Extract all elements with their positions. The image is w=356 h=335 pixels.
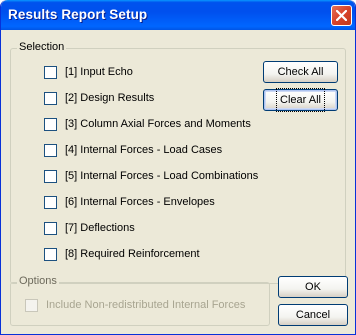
checkbox-box[interactable]: [44, 66, 57, 79]
cancel-button[interactable]: Cancel: [278, 304, 348, 326]
close-icon: [336, 10, 347, 21]
ok-button-label: OK: [305, 281, 321, 293]
checkbox-label: [6] Internal Forces - Envelopes: [65, 196, 215, 208]
clear-all-button[interactable]: Clear All: [263, 88, 338, 112]
checkbox-box[interactable]: [44, 248, 57, 261]
checkbox-box[interactable]: [44, 196, 57, 209]
checkbox-label: Include Non-redistributed Internal Force…: [46, 299, 246, 311]
checkbox-label: [4] Internal Forces - Load Cases: [65, 144, 223, 156]
checkbox-label: [5] Internal Forces - Load Combinations: [65, 170, 259, 182]
checkbox-box[interactable]: [44, 222, 57, 235]
ok-button[interactable]: OK: [278, 276, 348, 298]
results-report-setup-dialog: Results Report Setup Selection [1] Input…: [0, 0, 356, 335]
check-all-button-label: Check All: [277, 66, 324, 78]
checkbox-label: [2] Design Results: [65, 92, 155, 104]
close-button[interactable]: [331, 5, 352, 26]
selection-group-label: Selection: [17, 41, 67, 53]
check-all-button[interactable]: Check All: [263, 61, 338, 83]
cancel-button-label: Cancel: [295, 309, 331, 321]
checkbox-box[interactable]: [44, 92, 57, 105]
clear-all-button-label: Clear All: [276, 88, 325, 112]
dialog-body: Selection [1] Input Echo [2] Design Resu…: [4, 30, 352, 332]
checkbox-label: [1] Input Echo: [65, 66, 133, 78]
checkbox-box[interactable]: [25, 299, 38, 312]
checkbox-box[interactable]: [44, 170, 57, 183]
checkbox-box[interactable]: [44, 118, 57, 131]
selection-group: Selection [1] Input Echo [2] Design Resu…: [10, 41, 346, 284]
checkbox-label: [3] Column Axial Forces and Moments: [65, 118, 251, 130]
title-bar[interactable]: Results Report Setup: [1, 0, 355, 30]
options-group: Options Include Non-redistributed Intern…: [10, 275, 270, 326]
checkbox-label: [8] Required Reinforcement: [65, 248, 200, 260]
window-title: Results Report Setup: [8, 7, 148, 22]
checkbox-label: [7] Deflections: [65, 222, 135, 234]
options-group-label: Options: [17, 275, 59, 287]
checkbox-box[interactable]: [44, 144, 57, 157]
